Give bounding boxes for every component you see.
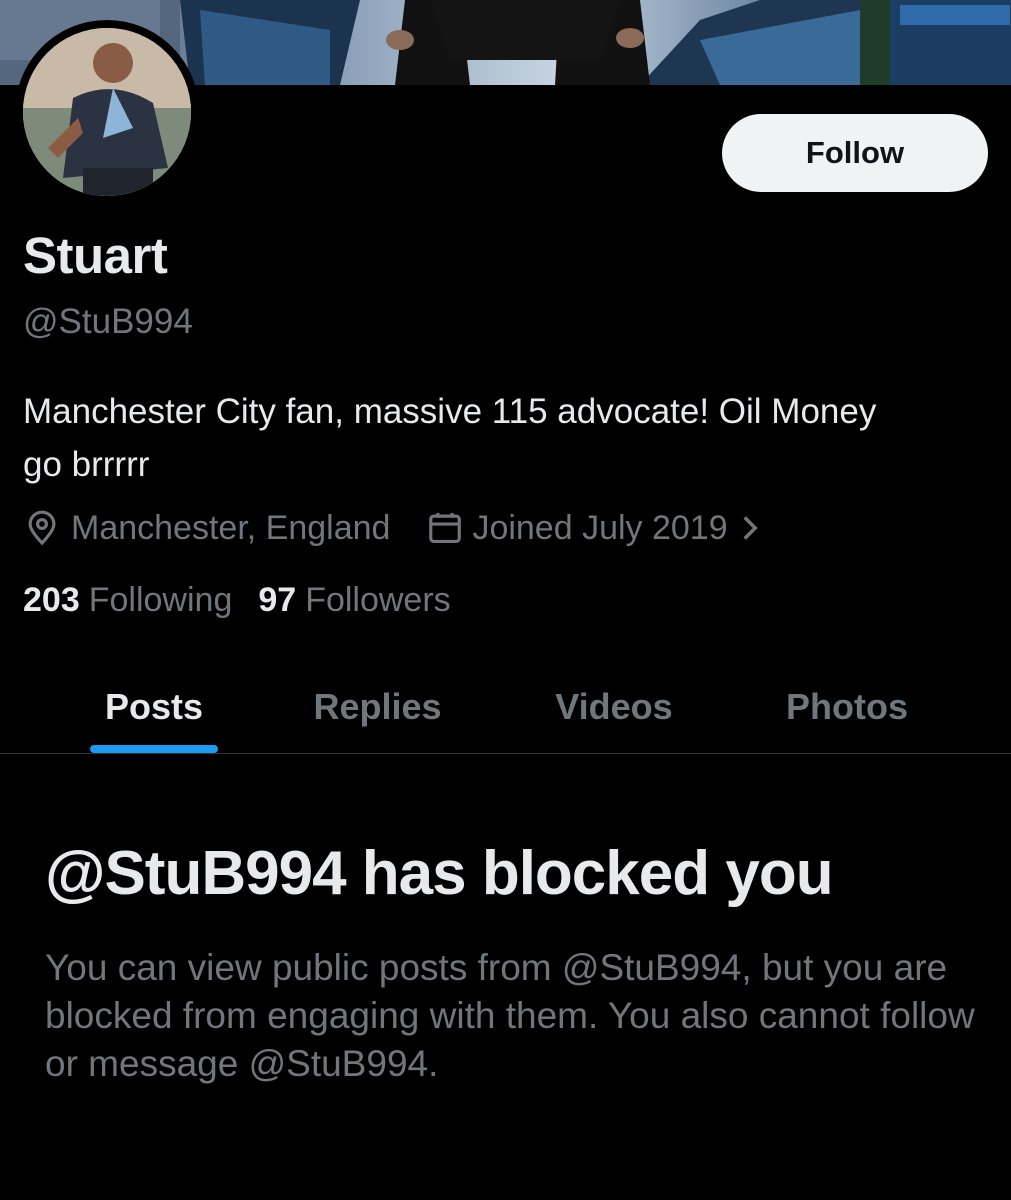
profile-tabs: Posts Replies Videos Photos: [0, 660, 1011, 754]
tab-posts[interactable]: Posts: [90, 660, 218, 753]
following-link[interactable]: 203 Following: [23, 581, 232, 620]
location-pin-icon: [23, 509, 61, 547]
following-label: Following: [88, 581, 233, 619]
profile-handle: @StuB994: [23, 302, 193, 341]
profile-bio: Manchester City fan, massive 115 advocat…: [23, 392, 877, 484]
profile-joined: Joined July 2019: [472, 508, 728, 547]
follow-button[interactable]: Follow: [722, 114, 988, 192]
active-tab-indicator: [90, 745, 218, 753]
followers-link[interactable]: 97 Followers: [258, 581, 450, 620]
chevron-right-icon[interactable]: [740, 514, 760, 542]
following-count: 203: [23, 581, 80, 619]
profile-meta: Manchester, England Joined July 2019: [23, 506, 760, 550]
calendar-icon: [426, 509, 464, 547]
avatar[interactable]: [23, 28, 191, 196]
blocked-title: @StuB994 has blocked you: [45, 839, 834, 908]
followers-count: 97: [258, 581, 297, 619]
avatar-photo: [23, 28, 191, 196]
tab-replies[interactable]: Replies: [300, 660, 455, 753]
tab-videos[interactable]: Videos: [540, 660, 688, 753]
blocked-description: You can view public posts from @StuB994,…: [45, 947, 975, 1084]
tab-photos[interactable]: Photos: [772, 660, 922, 753]
avatar-ring: [15, 20, 199, 204]
profile-location: Manchester, England: [71, 508, 391, 547]
profile-display-name: Stuart: [23, 227, 168, 284]
profile-counts: 203 Following 97 Followers: [23, 581, 451, 620]
followers-label: Followers: [305, 581, 451, 619]
